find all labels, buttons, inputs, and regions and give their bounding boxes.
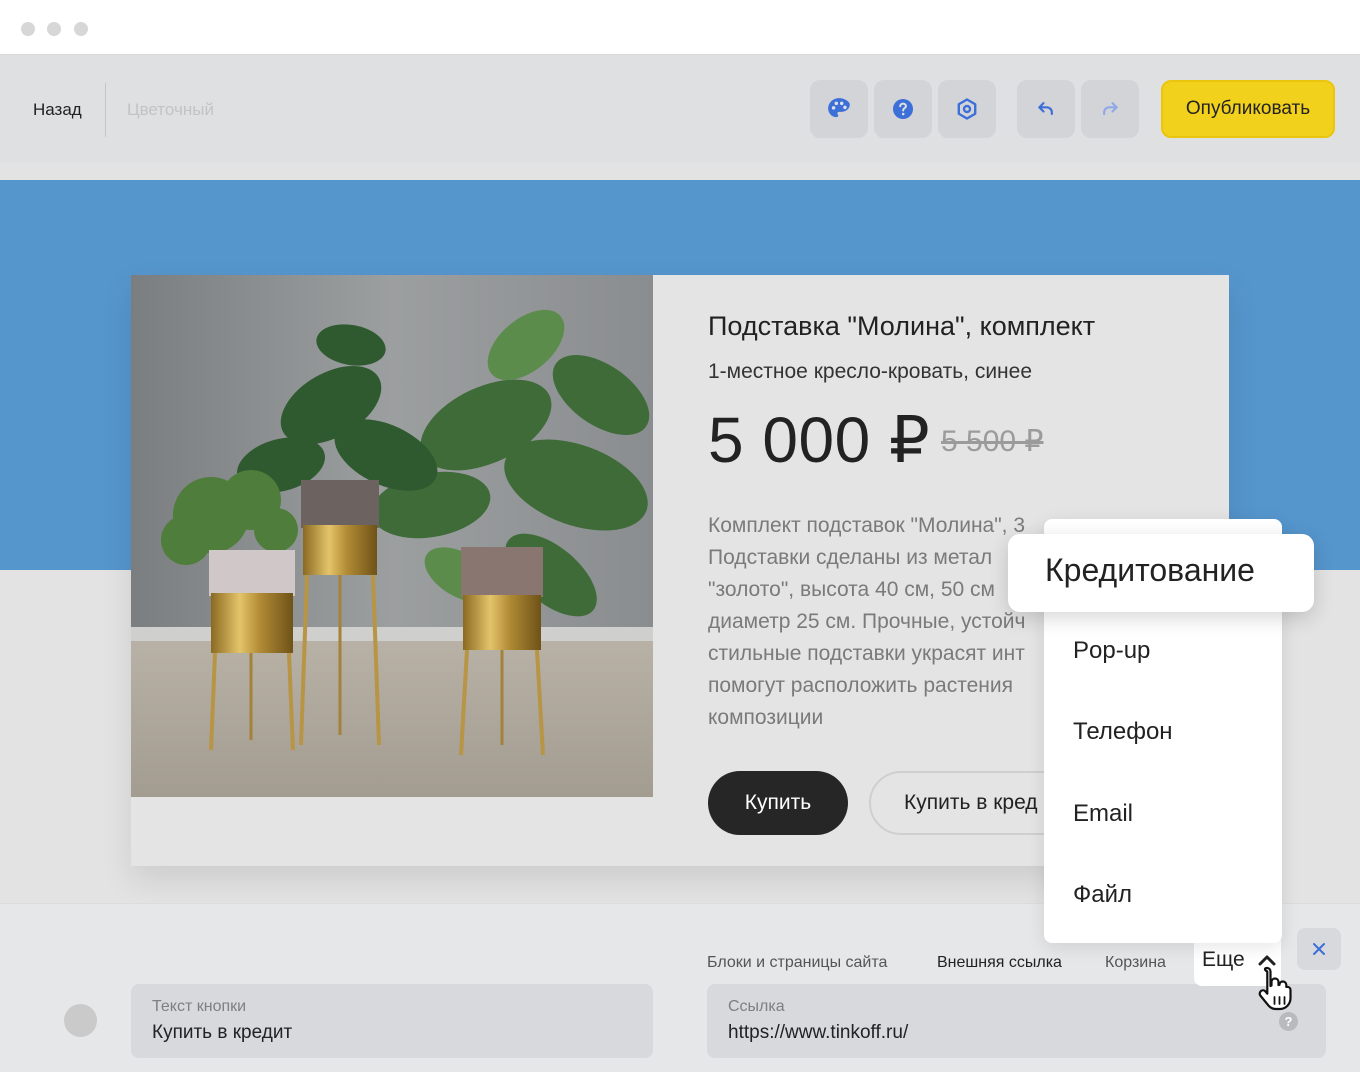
link-label: Ссылка <box>728 998 785 1015</box>
palette-icon <box>828 98 850 118</box>
buy-button[interactable]: Купить <box>708 771 848 835</box>
redo-button[interactable] <box>1081 80 1139 138</box>
toolbar-divider <box>105 83 106 137</box>
window-minimize-dot[interactable] <box>47 22 61 36</box>
design-button[interactable] <box>810 80 868 138</box>
hand-cursor-icon <box>1258 966 1292 1011</box>
menu-item-popup[interactable]: Pop-up <box>1073 637 1150 665</box>
menu-item-file[interactable]: Файл <box>1073 881 1132 909</box>
window-close-dot[interactable] <box>21 22 35 36</box>
close-icon <box>1313 943 1325 955</box>
link-help-icon[interactable]: ? <box>1279 1012 1298 1031</box>
tab-cart[interactable]: Корзина <box>1105 954 1166 972</box>
product-price: 5 000 ₽ <box>708 404 931 476</box>
project-name: Цветочный <box>127 100 214 119</box>
question-icon <box>893 99 913 119</box>
tab-external-link[interactable]: Внешняя ссылка <box>937 954 1062 972</box>
menu-item-credit[interactable]: Кредитование <box>1008 534 1314 612</box>
product-photo <box>131 275 653 797</box>
product-title: Подставка "Молина", комплект <box>708 311 1096 341</box>
back-link[interactable]: Назад <box>33 100 82 120</box>
tab-site-pages[interactable]: Блоки и страницы сайта <box>707 954 887 972</box>
product-subtitle: 1-местное кресло-кровать, синее <box>708 360 1033 383</box>
window-maximize-dot[interactable] <box>74 22 88 36</box>
settings-hexagon-icon <box>957 98 977 120</box>
link-value[interactable]: https://www.tinkoff.ru/ <box>728 1022 1305 1044</box>
editor-toolbar: Назад Цветочный Опубликовать <box>0 55 1360 163</box>
publish-button[interactable]: Опубликовать <box>1161 80 1335 138</box>
window-titlebar <box>0 0 1360 55</box>
help-button[interactable] <box>874 80 932 138</box>
link-field[interactable]: Ссылка https://www.tinkoff.ru/ <box>707 984 1326 1058</box>
menu-item-email[interactable]: Email <box>1073 800 1133 828</box>
button-color-swatch[interactable] <box>64 1004 97 1037</box>
button-text-value[interactable]: Купить в кредит <box>152 1022 632 1044</box>
menu-item-phone[interactable]: Телефон <box>1073 718 1173 746</box>
settings-button[interactable] <box>938 80 996 138</box>
redo-icon <box>1103 102 1118 116</box>
close-panel-button[interactable] <box>1297 928 1341 970</box>
undo-button[interactable] <box>1017 80 1075 138</box>
undo-icon <box>1038 102 1053 116</box>
button-text-field[interactable]: Текст кнопки Купить в кредит <box>131 984 653 1058</box>
product-old-price: 5 500 ₽ <box>941 425 1044 458</box>
button-text-label: Текст кнопки <box>152 998 247 1015</box>
more-tab-label: Еще <box>1202 948 1245 971</box>
